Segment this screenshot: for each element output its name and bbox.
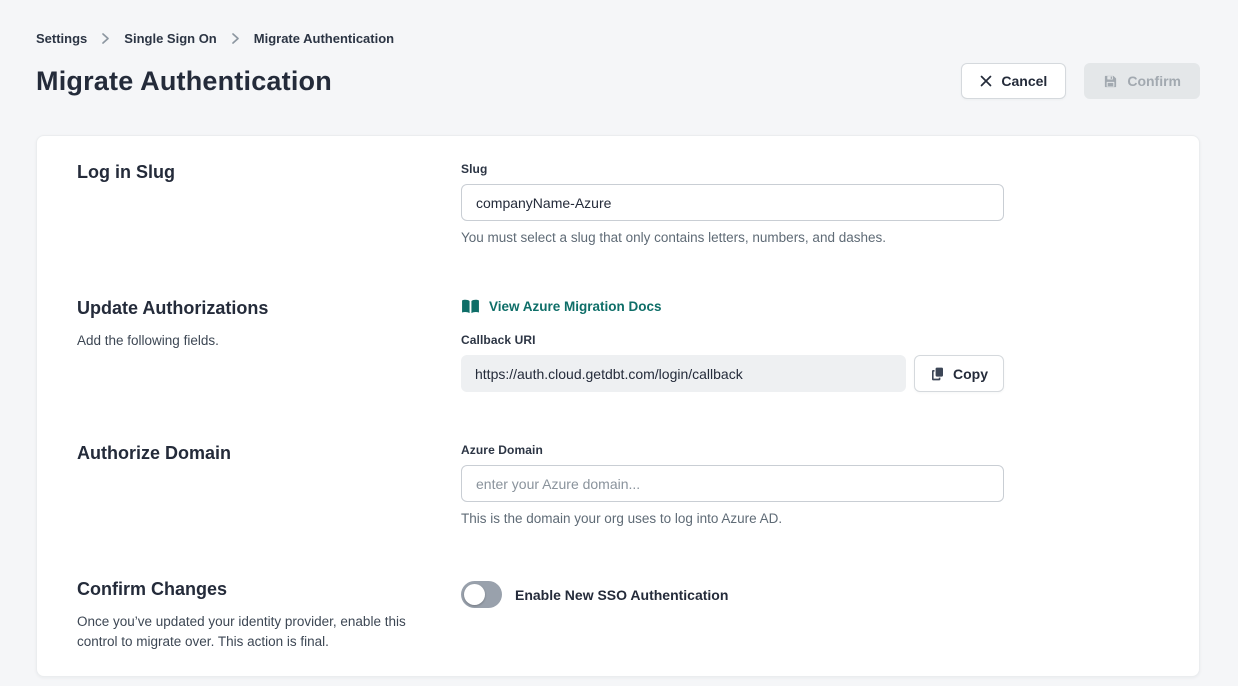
close-icon [980, 75, 992, 87]
azure-domain-label: Azure Domain [461, 443, 1004, 457]
slug-helper-text: You must select a slug that only contain… [461, 230, 1004, 245]
copy-icon [930, 366, 945, 382]
section-authorize-domain: Authorize Domain Azure Domain This is th… [77, 443, 1159, 526]
settings-card: Log in Slug Slug You must select a slug … [36, 135, 1200, 677]
confirm-changes-description: Once you’ve updated your identity provid… [77, 612, 417, 652]
section-login-slug: Log in Slug Slug You must select a slug … [77, 162, 1159, 245]
copy-button-label: Copy [953, 366, 988, 382]
cancel-button[interactable]: Cancel [961, 63, 1066, 99]
page-header: Migrate Authentication Cancel [36, 63, 1200, 99]
slug-input[interactable] [461, 184, 1004, 221]
confirm-changes-heading: Confirm Changes [77, 579, 431, 600]
slug-label: Slug [461, 162, 1004, 176]
breadcrumb-single-sign-on[interactable]: Single Sign On [124, 31, 216, 46]
breadcrumb-settings[interactable]: Settings [36, 31, 87, 46]
section-update-authorizations: Update Authorizations Add the following … [77, 298, 1159, 392]
view-azure-migration-docs-link[interactable]: View Azure Migration Docs [461, 299, 662, 314]
azure-domain-input[interactable] [461, 465, 1004, 502]
docs-link-label: View Azure Migration Docs [489, 299, 662, 314]
toggle-knob [464, 584, 485, 605]
azure-domain-helper-text: This is the domain your org uses to log … [461, 511, 1004, 526]
callback-uri-label: Callback URI [461, 333, 1004, 347]
save-icon [1103, 74, 1118, 89]
update-authorizations-heading: Update Authorizations [77, 298, 431, 319]
enable-sso-toggle[interactable] [461, 581, 502, 608]
chevron-right-icon [101, 32, 110, 45]
chevron-right-icon [231, 32, 240, 45]
cancel-button-label: Cancel [1001, 73, 1047, 89]
callback-uri-value: https://auth.cloud.getdbt.com/login/call… [461, 355, 906, 392]
enable-sso-toggle-label: Enable New SSO Authentication [515, 587, 728, 603]
section-confirm-changes: Confirm Changes Once you’ve updated your… [77, 579, 1159, 652]
login-slug-heading: Log in Slug [77, 162, 431, 183]
page-title: Migrate Authentication [36, 66, 332, 97]
breadcrumb: Settings Single Sign On Migrate Authenti… [36, 0, 1200, 46]
migrate-authentication-page: Settings Single Sign On Migrate Authenti… [0, 0, 1238, 677]
copy-button[interactable]: Copy [914, 355, 1004, 392]
confirm-button[interactable]: Confirm [1084, 63, 1200, 99]
update-authorizations-description: Add the following fields. [77, 331, 417, 351]
book-icon [461, 299, 480, 314]
header-actions: Cancel Confirm [961, 63, 1200, 99]
confirm-button-label: Confirm [1127, 73, 1181, 89]
breadcrumb-migrate-authentication: Migrate Authentication [254, 31, 394, 46]
authorize-domain-heading: Authorize Domain [77, 443, 431, 464]
